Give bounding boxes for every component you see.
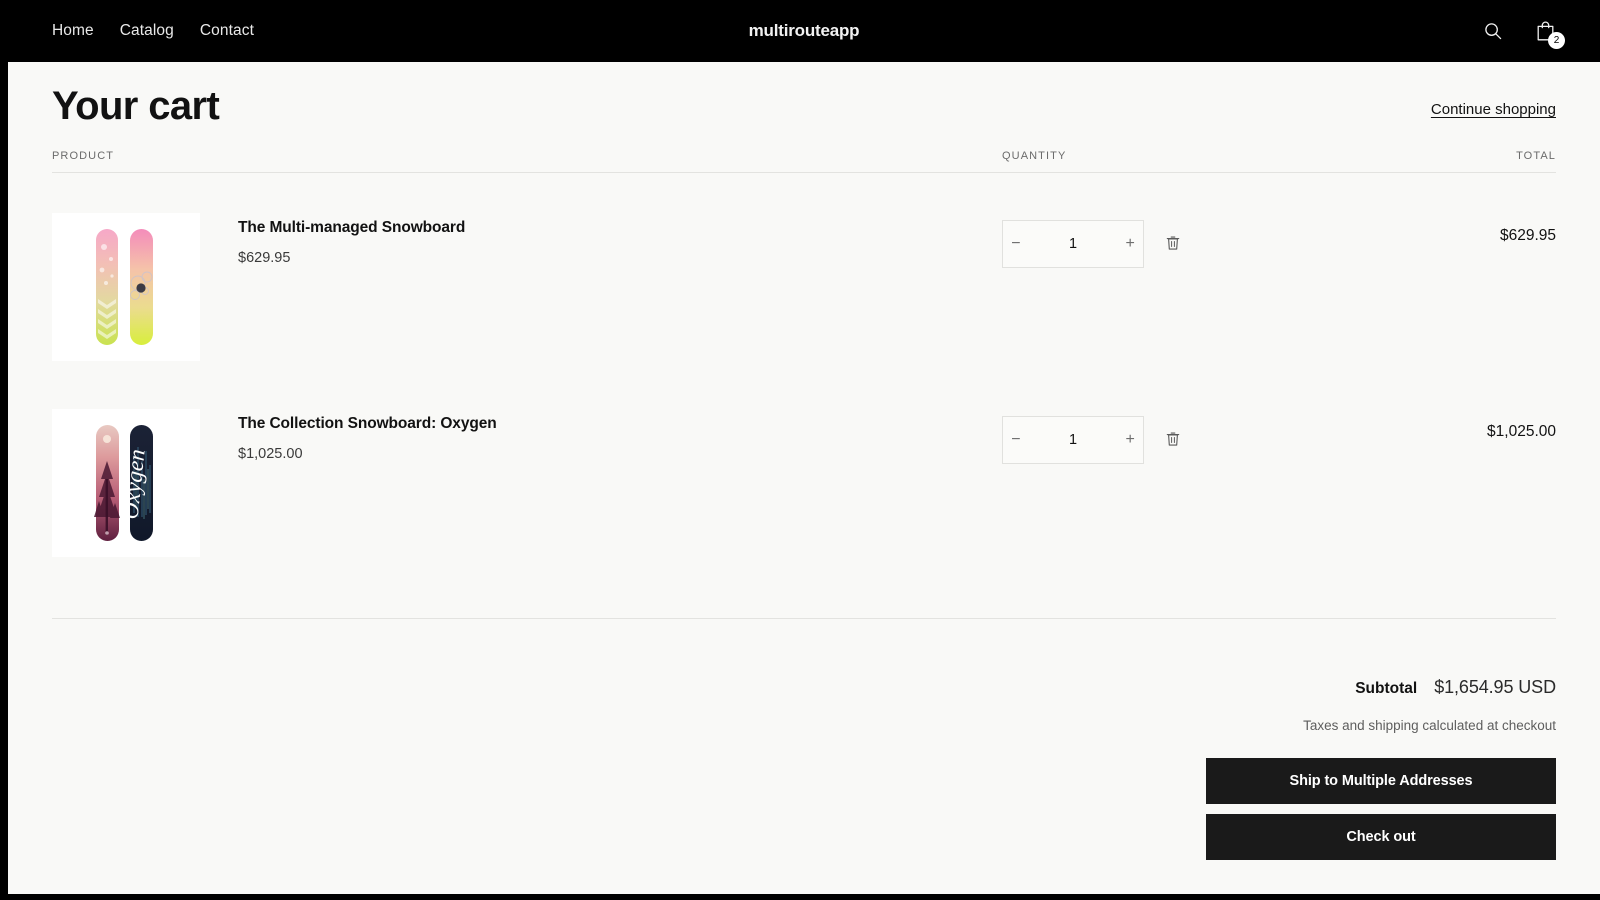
header-actions: 2 xyxy=(1478,16,1565,49)
subtotal-value: $1,654.95 USD xyxy=(1434,677,1556,697)
quantity-increase-button[interactable]: + xyxy=(1119,221,1141,267)
quantity-stepper: − + xyxy=(1002,416,1144,464)
quantity-input[interactable] xyxy=(1026,432,1120,448)
ship-to-multiple-addresses-button[interactable]: Ship to Multiple Addresses xyxy=(1206,758,1556,804)
site-logo[interactable]: multirouteapp xyxy=(749,21,860,41)
search-icon xyxy=(1483,21,1503,41)
quantity-decrease-button[interactable]: − xyxy=(1005,221,1027,267)
remove-item-button[interactable] xyxy=(1160,229,1186,259)
trash-icon xyxy=(1165,234,1181,255)
product-unit-price: $629.95 xyxy=(238,250,291,266)
tax-shipping-note: Taxes and shipping calculated at checkou… xyxy=(1303,718,1556,733)
cart-count-badge: 2 xyxy=(1548,32,1565,49)
quantity-decrease-button[interactable]: − xyxy=(1005,417,1027,463)
nav-link-catalog[interactable]: Catalog xyxy=(120,23,174,39)
product-cell: Oxygen The Collection Snowboard: Oxygen … xyxy=(52,409,1002,565)
cart-line-item: The Multi-managed Snowboard $629.95 − + xyxy=(52,173,1556,369)
trash-icon xyxy=(1165,430,1181,451)
site-header: Home Catalog Contact multirouteapp 2 xyxy=(8,0,1600,62)
product-title[interactable]: The Multi-managed Snowboard xyxy=(238,219,465,237)
remove-item-button[interactable] xyxy=(1160,425,1186,455)
browser-viewport: Home Catalog Contact multirouteapp 2 You… xyxy=(0,0,1600,900)
quantity-stepper: − + xyxy=(1002,220,1144,268)
search-button[interactable] xyxy=(1478,16,1508,46)
line-total: $1,025.00 xyxy=(1487,423,1556,440)
product-thumbnail[interactable] xyxy=(52,213,200,361)
cart-summary: Subtotal $1,654.95 USD Taxes and shippin… xyxy=(52,619,1556,860)
continue-shopping-link[interactable]: Continue shopping xyxy=(1431,101,1556,128)
page-title: Your cart xyxy=(52,84,220,128)
nav-link-home[interactable]: Home xyxy=(52,23,94,39)
column-header-product: PRODUCT xyxy=(52,150,115,162)
snowboard-oxygen-navy-image: Oxygen xyxy=(52,409,200,557)
quantity-cell: − + xyxy=(1002,409,1320,565)
cart-header-row: Your cart Continue shopping xyxy=(52,62,1556,150)
checkout-button[interactable]: Check out xyxy=(1206,814,1556,860)
cart-button[interactable]: 2 xyxy=(1530,16,1565,49)
cart-page-main: Your cart Continue shopping PRODUCT QUAN… xyxy=(8,62,1600,860)
column-header-quantity: QUANTITY xyxy=(1002,150,1067,162)
quantity-input[interactable] xyxy=(1026,236,1120,252)
primary-navigation: Home Catalog Contact xyxy=(52,23,254,39)
subtotal-row: Subtotal $1,654.95 USD xyxy=(1355,677,1556,698)
nav-link-contact[interactable]: Contact xyxy=(200,23,254,39)
quantity-cell: − + xyxy=(1002,213,1320,369)
line-total: $629.95 xyxy=(1499,227,1556,244)
cart-table-header: PRODUCT QUANTITY TOTAL xyxy=(52,150,1556,173)
subtotal-label: Subtotal xyxy=(1355,680,1418,697)
page-root: Home Catalog Contact multirouteapp 2 You… xyxy=(8,0,1600,894)
quantity-increase-button[interactable]: + xyxy=(1119,417,1141,463)
product-info: The Multi-managed Snowboard $629.95 xyxy=(238,213,465,266)
cart-items-table: PRODUCT QUANTITY TOTAL The Multi-managed… xyxy=(52,150,1556,619)
cart-line-item: Oxygen The Collection Snowboard: Oxygen … xyxy=(52,369,1556,565)
product-title[interactable]: The Collection Snowboard: Oxygen xyxy=(238,415,497,433)
product-info: The Collection Snowboard: Oxygen $1,025.… xyxy=(238,409,497,462)
product-unit-price: $1,025.00 xyxy=(238,446,303,462)
column-header-total: TOTAL xyxy=(1516,150,1556,162)
product-cell: The Multi-managed Snowboard $629.95 xyxy=(52,213,1002,369)
product-thumbnail[interactable]: Oxygen xyxy=(52,409,200,557)
snowboard-pink-yellow-image xyxy=(52,213,200,361)
